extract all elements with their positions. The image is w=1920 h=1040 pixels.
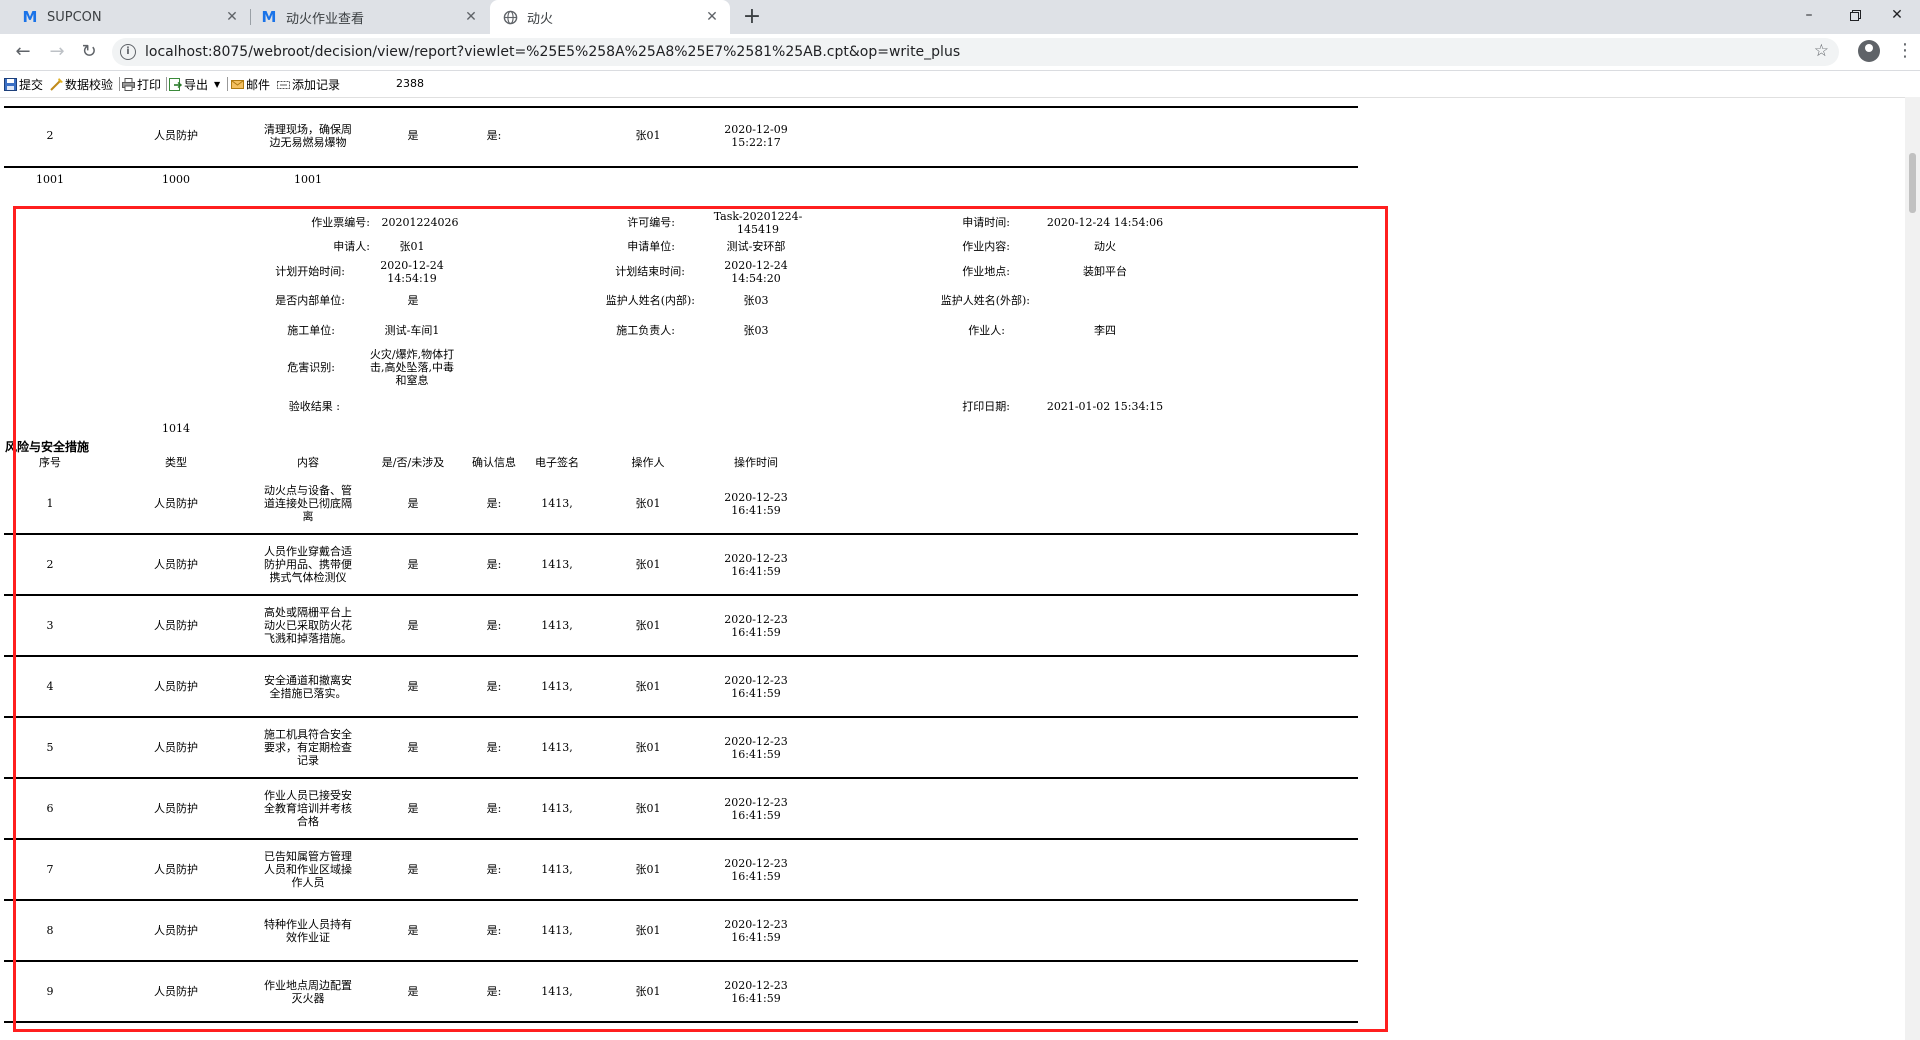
supcon-m-icon: M [261,8,277,26]
save-disk-icon [4,78,17,91]
add-record-label: 添加记录 [292,78,341,92]
menu-kebab-icon[interactable]: ⋮ [1896,40,1914,62]
print-button[interactable]: 打印 [122,76,161,93]
new-tab-button[interactable]: + [741,6,763,28]
bookmark-star-icon[interactable]: ☆ [1814,41,1829,61]
globe-icon [502,9,518,25]
minimize-button[interactable]: – [1786,0,1832,30]
toolbar-separator [166,77,167,91]
validate-button[interactable]: 数据校验 [50,76,113,93]
footer-code: 1000 [162,173,190,186]
cell-content-line: 清理现场，确保周 [264,123,352,136]
info-icon[interactable]: i [120,44,136,60]
cell-confirm: 是: [486,129,502,142]
close-icon[interactable]: ✕ [463,9,479,25]
tab-label: 动火作业查看 [286,11,365,27]
toolbar-separator [119,77,120,91]
mail-label: 邮件 [246,78,271,92]
report-canvas: 2 人员防护 清理现场，确保周 边无易燃易爆物 是 是: 张01 2020-12… [0,97,1905,1040]
restore-button[interactable] [1832,0,1878,30]
cell-yes: 是 [407,129,419,142]
chevron-down-icon[interactable]: ▼ [214,80,220,89]
validate-label: 数据校验 [65,78,114,92]
address-bar[interactable]: i localhost:8075/webroot/decision/view/r… [112,38,1839,66]
report-toolbar: 提交 数据校验 打印 导出 ▼ 邮件 添加记录 2388 [0,71,1920,98]
tab-supcon[interactable]: M SUPCON ✕ [0,0,250,34]
add-record-icon [277,81,290,89]
vertical-scrollbar[interactable] [1905,97,1920,1040]
tab-label: 动火 [527,11,554,27]
check-wand-icon [50,78,63,91]
back-arrow-icon[interactable]: ← [12,41,34,63]
cell-content-line: 边无易燃易爆物 [269,136,347,149]
add-record-button[interactable]: 添加记录 [277,76,340,93]
submit-button[interactable]: 提交 [4,76,43,93]
submit-label: 提交 [19,78,44,92]
browser-toolbar: ← → ↻ i localhost:8075/webroot/decision/… [0,34,1920,71]
close-icon[interactable]: ✕ [224,9,240,25]
close-window-button[interactable]: ✕ [1874,0,1920,30]
forward-arrow-icon[interactable]: → [46,41,68,63]
footer-code: 1001 [36,173,64,186]
url-text[interactable]: localhost:8075/webroot/decision/view/rep… [145,44,960,60]
browser-tab-strip: M SUPCON ✕ M 动火作业查看 ✕ 动火 ✕ + – ✕ [0,0,1920,34]
tab-label: SUPCON [47,9,102,25]
cell-date: 2020-12-09 [724,123,788,136]
printer-icon [122,78,135,91]
close-icon[interactable]: ✕ [704,9,720,25]
cell-time: 15:22:17 [731,136,781,149]
print-label: 打印 [137,78,162,92]
highlight-box [13,206,1388,1032]
envelope-icon [231,80,244,89]
tab-fire-work-view[interactable]: M 动火作业查看 ✕ [251,0,489,34]
toolbar-separator [227,77,228,91]
cell-no: 2 [46,129,54,142]
reload-icon[interactable]: ↻ [78,41,100,63]
scrollbar-thumb[interactable] [1909,153,1916,213]
cell-type: 人员防护 [154,129,198,142]
row-separator [4,166,1358,168]
cell-operator: 张01 [635,129,661,142]
mail-button[interactable]: 邮件 [231,76,270,93]
tab-fire-active[interactable]: 动火 ✕ [490,0,730,34]
footer-code: 1001 [294,173,322,186]
export-icon [169,78,182,91]
profile-avatar-icon[interactable] [1858,40,1880,62]
supcon-m-icon: M [22,8,38,26]
page-count: 2388 [396,77,424,90]
export-label: 导出 [184,78,209,92]
export-button[interactable]: 导出 ▼ [169,76,220,93]
row-separator [4,106,1358,108]
